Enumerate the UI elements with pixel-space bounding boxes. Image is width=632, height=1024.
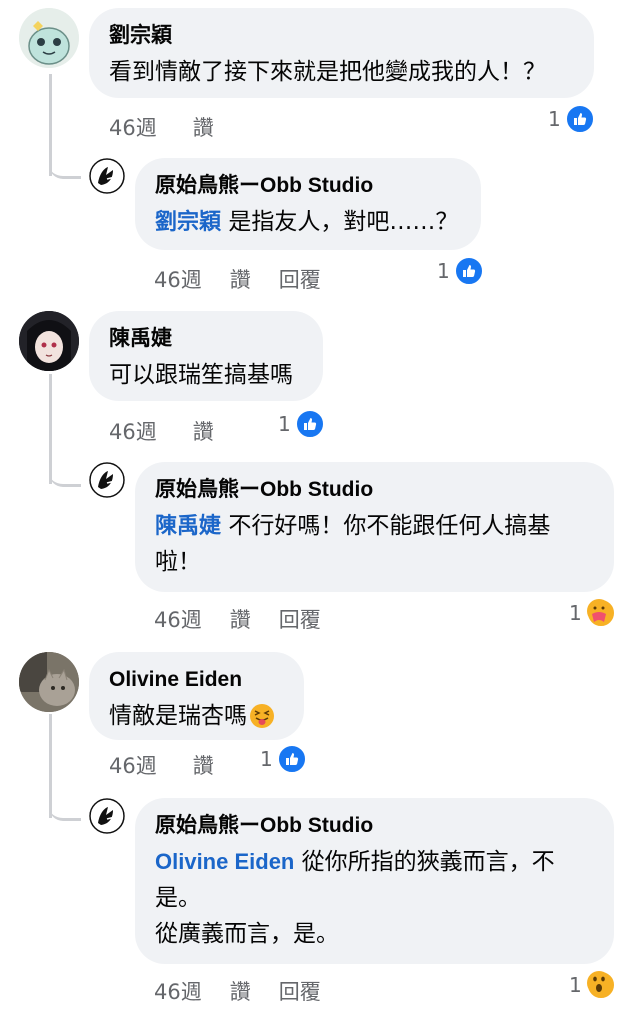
reply-author[interactable]: 原始鳥熊ーObb Studio xyxy=(155,476,594,504)
reply-button[interactable]: 回覆 xyxy=(279,264,321,294)
reply-bubble: 原始鳥熊ーObb Studio 劉宗穎 是指友人，對吧……？ xyxy=(135,158,481,250)
reaction-summary[interactable]: 1 xyxy=(569,970,616,1000)
reply-text-line: 啦！ xyxy=(155,549,201,575)
mention-link[interactable]: 劉宗穎 xyxy=(155,209,221,234)
comment-meta: 46週 讚 xyxy=(109,416,242,446)
like-button[interactable]: 讚 xyxy=(193,416,214,446)
comment-bubble: Olivine Eiden 情敵是瑞杏嗎 xyxy=(89,652,304,740)
reaction-summary[interactable]: 1 xyxy=(278,409,325,439)
reply-text-line: 是。 xyxy=(155,885,201,911)
reaction-summary[interactable]: 1 xyxy=(569,598,616,628)
comment-time[interactable]: 46週 xyxy=(109,416,157,446)
reply-meta: 46週讚回覆 xyxy=(154,976,349,1006)
comment-text: 情敵是瑞杏嗎 xyxy=(109,698,284,734)
reaction-summary[interactable]: 1 xyxy=(548,104,595,134)
thumbs-up-icon xyxy=(564,104,595,134)
thumbs-up-icon xyxy=(294,409,325,439)
comment-bubble: 劉宗穎 看到情敵了接下來就是把他變成我的人！？ xyxy=(89,8,594,98)
reaction-summary[interactable]: 1 xyxy=(437,256,484,286)
thumbs-up-icon xyxy=(276,744,307,774)
thumbs-up-icon xyxy=(453,256,484,286)
reply-time[interactable]: 46週 xyxy=(154,604,202,634)
avatar[interactable] xyxy=(19,8,79,68)
comment-author[interactable]: 劉宗穎 xyxy=(109,22,574,50)
reply-time[interactable]: 46週 xyxy=(154,264,202,294)
page-avatar[interactable] xyxy=(89,462,125,498)
reaction-count: 1 xyxy=(437,259,450,283)
comment-meta: 46週 讚 xyxy=(109,750,242,780)
reaction-summary[interactable]: 1 xyxy=(260,744,307,774)
reaction-count: 1 xyxy=(569,601,582,625)
wow-emoji-icon xyxy=(585,970,616,1000)
comment-author[interactable]: 陳禹婕 xyxy=(109,325,303,353)
reply-button[interactable]: 回覆 xyxy=(279,976,321,1006)
reply-text-body: 從你所指的狹義而言，不 xyxy=(294,849,555,875)
reaction-count: 1 xyxy=(260,747,273,771)
reply-author[interactable]: 原始鳥熊ーObb Studio xyxy=(155,812,594,840)
reply-meta: 46週讚回覆 xyxy=(154,604,349,634)
reply-text: Olivine Eiden 從你所指的狹義而言，不 xyxy=(155,844,594,880)
reply-text-body: 是指友人，對吧……？ xyxy=(221,209,459,235)
comment-meta: 46週 讚 xyxy=(109,112,242,142)
like-button[interactable]: 讚 xyxy=(193,750,214,780)
comment-text: 看到情敵了接下來就是把他變成我的人！？ xyxy=(109,59,546,85)
reaction-count: 1 xyxy=(569,973,582,997)
comment-time[interactable]: 46週 xyxy=(109,750,157,780)
reply-button[interactable]: 回覆 xyxy=(279,604,321,634)
avatar[interactable] xyxy=(19,311,79,371)
reply-time[interactable]: 46週 xyxy=(154,976,202,1006)
reply-text-body: 不行好嗎！你不能跟任何人搞基 xyxy=(221,513,551,539)
mention-link[interactable]: Olivine Eiden xyxy=(155,849,294,874)
page-avatar[interactable] xyxy=(89,158,125,194)
reply-text: 劉宗穎 是指友人，對吧……？ xyxy=(155,204,461,240)
reply-author[interactable]: 原始鳥熊ーObb Studio xyxy=(155,172,461,200)
reply-bubble: 原始鳥熊ーObb Studio Olivine Eiden 從你所指的狹義而言，… xyxy=(135,798,614,964)
comment-author[interactable]: Olivine Eiden xyxy=(109,666,284,694)
comment-time[interactable]: 46週 xyxy=(109,112,157,142)
reaction-count: 1 xyxy=(278,412,291,436)
mention-link[interactable]: 陳禹婕 xyxy=(155,513,221,538)
reply-bubble: 原始鳥熊ーObb Studio 陳禹婕 不行好嗎！你不能跟任何人搞基 啦！ xyxy=(135,462,614,592)
reaction-count: 1 xyxy=(548,107,561,131)
thread-elbow xyxy=(49,792,81,821)
thread-elbow xyxy=(49,150,81,179)
comment-bubble: 陳禹婕 可以跟瑞笙搞基嗎 xyxy=(89,311,323,401)
squinting-tongue-emoji-icon xyxy=(249,703,275,729)
reply-text: 陳禹婕 不行好嗎！你不能跟任何人搞基 xyxy=(155,508,594,544)
thread-elbow xyxy=(49,458,81,487)
like-button[interactable]: 讚 xyxy=(193,112,214,142)
like-button[interactable]: 讚 xyxy=(230,604,251,634)
comment-text-body: 情敵是瑞杏嗎 xyxy=(109,703,247,729)
care-emoji-icon xyxy=(585,598,616,628)
page-avatar[interactable] xyxy=(89,798,125,834)
avatar[interactable] xyxy=(19,652,79,712)
like-button[interactable]: 讚 xyxy=(230,976,251,1006)
reply-meta: 46週讚回覆 xyxy=(154,264,349,294)
comment-text: 可以跟瑞笙搞基嗎 xyxy=(109,362,293,388)
like-button[interactable]: 讚 xyxy=(230,264,251,294)
reply-text-line: 從廣義而言，是。 xyxy=(155,921,339,947)
